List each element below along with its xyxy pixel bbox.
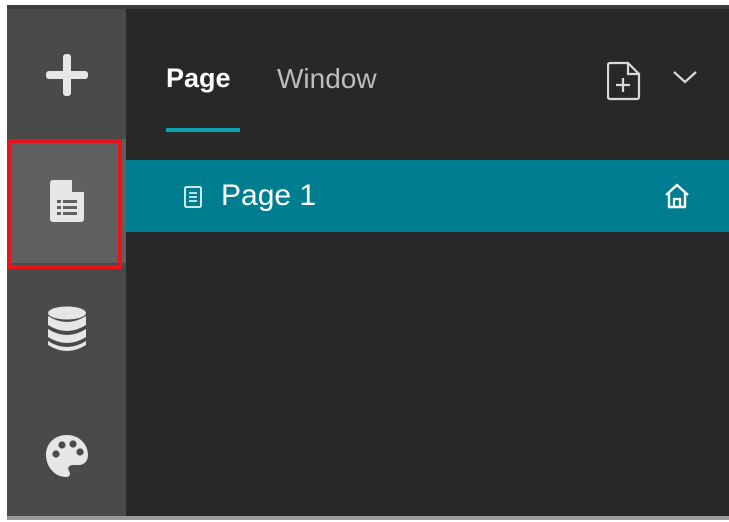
chevron-down-icon [673, 71, 697, 84]
add-page-button[interactable] [606, 61, 641, 105]
page-panel-button[interactable] [7, 139, 126, 263]
database-icon [47, 306, 86, 351]
builder-app: Page Window Page 1 [7, 9, 729, 519]
home-icon[interactable] [663, 183, 691, 209]
active-tab-underline [166, 128, 240, 132]
new-page-icon [606, 61, 641, 101]
page-panel: Page Window Page 1 [126, 9, 729, 519]
palette-icon [45, 435, 88, 477]
theme-panel-button[interactable] [7, 394, 126, 518]
data-panel-button[interactable] [7, 267, 126, 391]
page-name: Page 1 [221, 179, 317, 212]
left-rail [7, 9, 126, 519]
page-list-item[interactable]: Page 1 [126, 160, 729, 232]
page-icon [184, 186, 202, 208]
more-options-button[interactable] [671, 67, 699, 91]
add-button[interactable] [7, 13, 126, 137]
tab-window[interactable]: Window [277, 63, 377, 95]
tab-page[interactable]: Page [166, 63, 231, 94]
plus-icon [45, 54, 88, 96]
page-list-icon [49, 180, 84, 222]
window-bottom-edge [7, 516, 729, 520]
active-indicator [7, 139, 11, 263]
